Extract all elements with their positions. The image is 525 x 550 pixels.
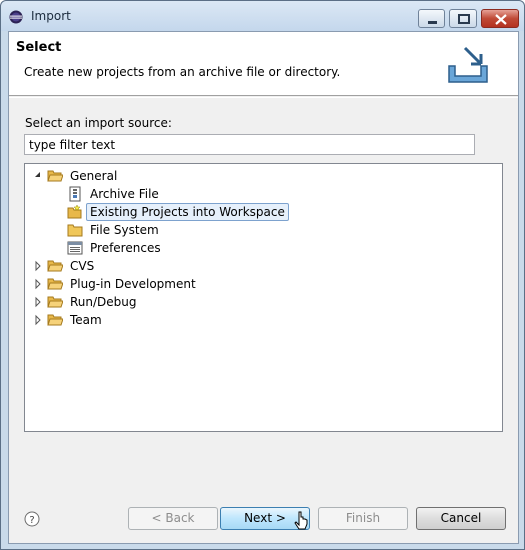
tree-label: General: [70, 169, 118, 183]
minimize-button[interactable]: [418, 9, 445, 28]
expanded-arrow-icon: [35, 172, 40, 177]
import-dialog: Import Select Create new projects from a…: [0, 0, 525, 550]
open-folder-icon: [47, 170, 63, 182]
open-folder-icon: [47, 278, 63, 290]
filter-input[interactable]: type filter text: [24, 134, 475, 155]
open-folder-icon: [47, 260, 63, 272]
folder-icon: [67, 224, 83, 237]
collapsed-arrow-icon: [35, 314, 41, 326]
page-description: Create new projects from an archive file…: [24, 65, 341, 79]
tree-label: Team: [70, 313, 102, 327]
tree-label: File System: [90, 223, 159, 237]
import-source-tree[interactable]: General Archive File Existing Projects i…: [24, 163, 503, 432]
svg-text:?: ?: [29, 515, 34, 526]
tree-label: Run/Debug: [70, 295, 137, 309]
finish-button[interactable]: Finish: [318, 507, 408, 530]
minimize-icon: [428, 21, 437, 24]
tree-label: Preferences: [90, 241, 161, 255]
header-banner: Select Create new projects from an archi…: [9, 32, 518, 96]
maximize-button[interactable]: [449, 9, 477, 28]
tree-label: Archive File: [90, 187, 159, 201]
preferences-icon: [67, 241, 83, 255]
eclipse-icon: [9, 10, 23, 24]
page-title: Select: [16, 40, 62, 55]
collapsed-arrow-icon: [35, 260, 41, 272]
tree-label: Existing Projects into Workspace: [86, 203, 289, 221]
dialog-body: Select Create new projects from an archi…: [8, 31, 519, 544]
mouse-pointer-icon: [294, 511, 308, 530]
back-button[interactable]: < Back: [128, 507, 218, 530]
project-folder-icon: [67, 204, 82, 219]
tree-label: Plug-in Development: [70, 277, 196, 291]
close-icon: [495, 14, 507, 25]
collapsed-arrow-icon: [35, 278, 41, 290]
help-icon[interactable]: ?: [24, 511, 40, 527]
open-folder-icon: [47, 296, 63, 308]
open-folder-icon: [47, 314, 63, 326]
cancel-button[interactable]: Cancel: [416, 507, 506, 530]
archive-file-icon: [69, 186, 81, 202]
maximize-icon: [458, 14, 470, 24]
close-button[interactable]: [481, 9, 519, 28]
import-source-label: Select an import source:: [25, 116, 172, 130]
tree-label: CVS: [70, 259, 95, 273]
banner-divider: [9, 97, 518, 98]
window-title: Import: [31, 9, 71, 23]
collapsed-arrow-icon: [35, 296, 41, 308]
title-bar[interactable]: Import: [1, 1, 524, 31]
import-wizard-icon: [448, 46, 488, 83]
